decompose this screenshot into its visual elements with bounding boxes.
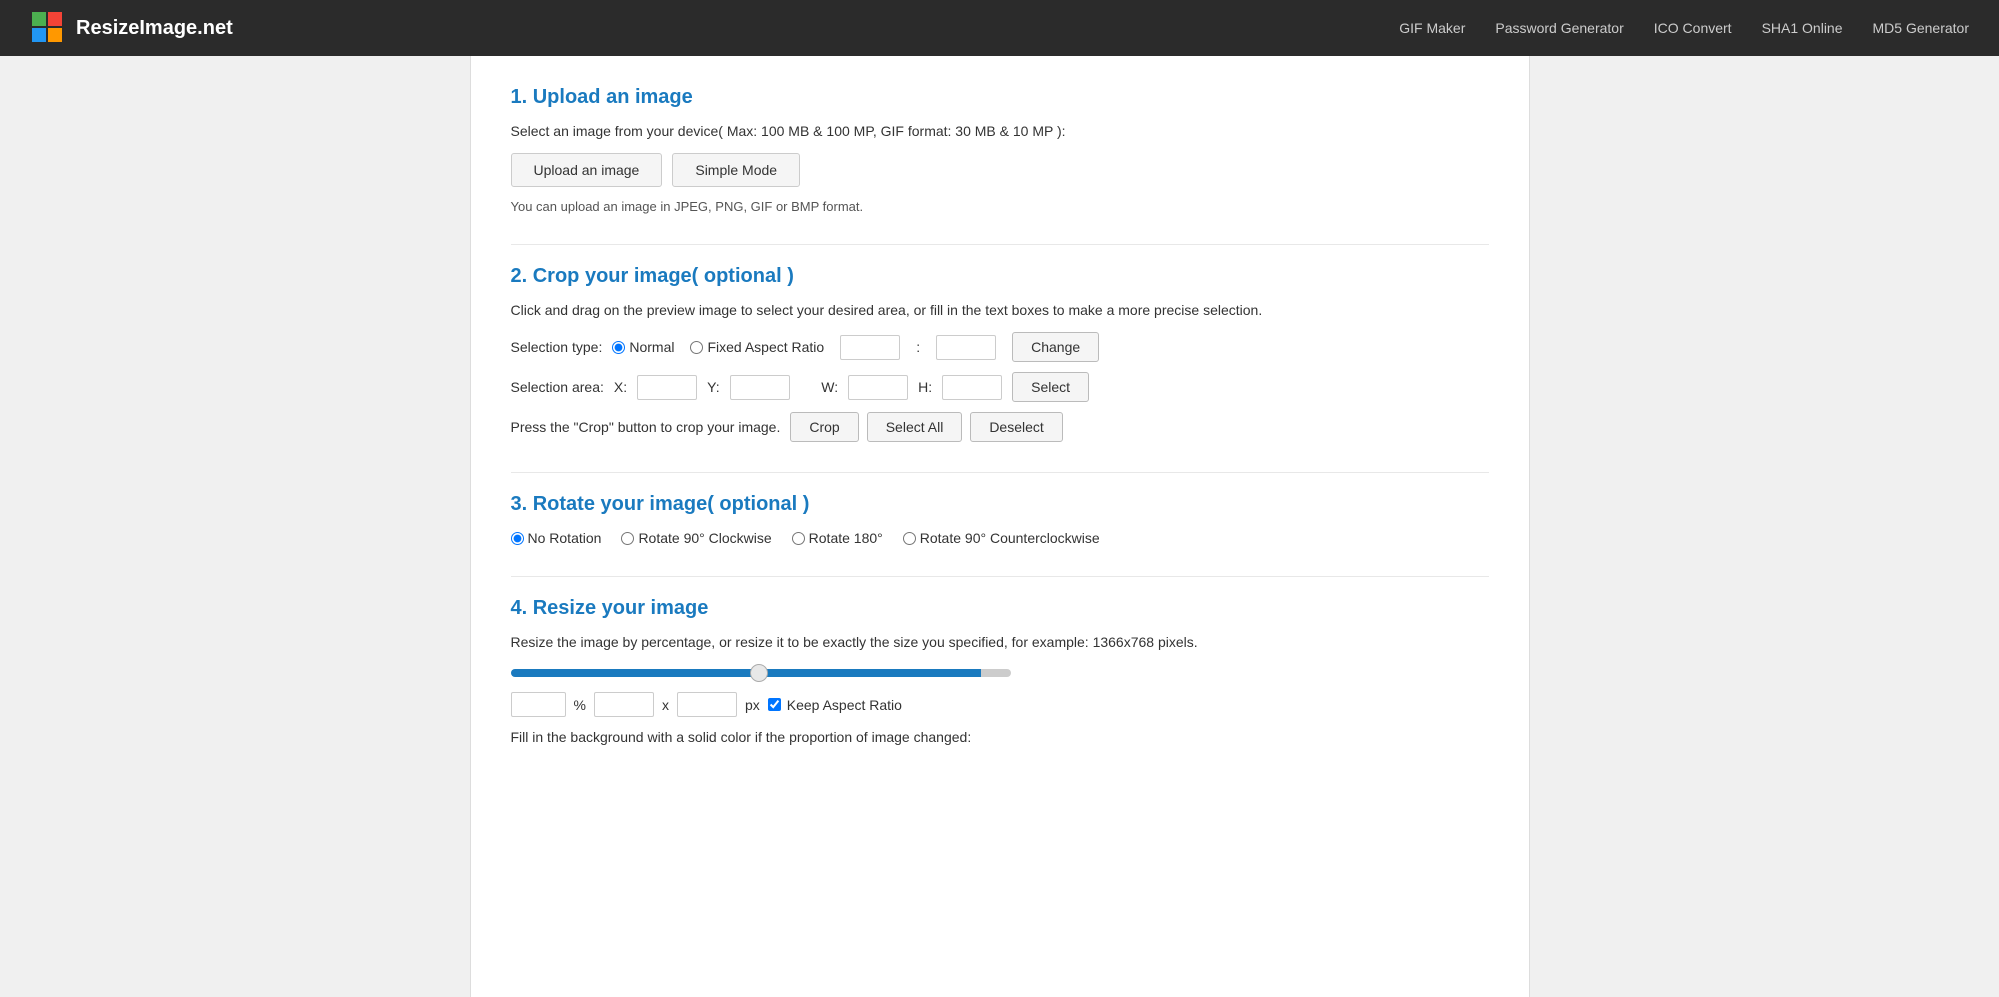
select-button[interactable]: Select — [1012, 372, 1089, 402]
radio-normal-label[interactable]: Normal — [612, 339, 674, 355]
bg-fill-text: Fill in the background with a solid colo… — [511, 729, 1489, 745]
step4-title: 4. Resize your image — [511, 597, 1489, 620]
select-action-btns: Select — [1012, 372, 1089, 402]
step4-description: Resize the image by percentage, or resiz… — [511, 634, 1489, 650]
radio-180[interactable] — [792, 532, 805, 545]
radio-90cw-label[interactable]: Rotate 90° Clockwise — [621, 530, 771, 546]
logo-icon — [30, 10, 66, 46]
resize-slider-container — [511, 664, 1489, 680]
radio-fixed-label[interactable]: Fixed Aspect Ratio — [690, 339, 824, 355]
divider2 — [511, 472, 1489, 473]
height-input[interactable]: 500 — [677, 692, 737, 717]
nav-ico-convert[interactable]: ICO Convert — [1654, 20, 1732, 36]
radio-normal[interactable] — [612, 341, 625, 354]
deselect-button[interactable]: Deselect — [970, 412, 1062, 442]
logo-text: ResizeImage.net — [76, 17, 233, 40]
radio-90ccw[interactable] — [903, 532, 916, 545]
resize-inputs-row: 100 % 500 x 500 px Keep Aspect Ratio — [511, 692, 1489, 717]
radio-fixed[interactable] — [690, 341, 703, 354]
selection-type-row: Selection type: Normal Fixed Aspect Rati… — [511, 332, 1489, 362]
x-input[interactable]: 0 — [637, 375, 697, 400]
logo: ResizeImage.net — [30, 10, 233, 46]
header: ResizeImage.net GIF Maker Password Gener… — [0, 0, 1999, 56]
y-input[interactable]: 0 — [730, 375, 790, 400]
keep-aspect-label[interactable]: Keep Aspect Ratio — [768, 697, 902, 713]
select-all-button[interactable]: Select All — [867, 412, 963, 442]
crop-button[interactable]: Crop — [790, 412, 858, 442]
divider1 — [511, 244, 1489, 245]
y-label: Y: — [707, 379, 719, 395]
step1-description: Select an image from your device( Max: 1… — [511, 123, 1489, 139]
radio-180-label[interactable]: Rotate 180° — [792, 530, 883, 546]
width-input[interactable]: 500 — [594, 692, 654, 717]
radio-no-rotation[interactable] — [511, 532, 524, 545]
step1-title: 1. Upload an image — [511, 86, 1489, 109]
aspect-colon: : — [916, 339, 920, 355]
h-input[interactable]: 0 — [942, 375, 1002, 400]
step2-description: Click and drag on the preview image to s… — [511, 302, 1489, 318]
keep-aspect-text: Keep Aspect Ratio — [787, 697, 902, 713]
step3-title: 3. Rotate your image( optional ) — [511, 493, 1489, 516]
x-label: X: — [614, 379, 627, 395]
selection-type-radios: Normal Fixed Aspect Ratio 1366 : 768 Cha… — [612, 332, 1099, 362]
radio-90ccw-text: Rotate 90° Counterclockwise — [920, 530, 1100, 546]
percent-input[interactable]: 100 — [511, 692, 566, 717]
selection-type-label: Selection type: — [511, 339, 603, 355]
radio-90ccw-label[interactable]: Rotate 90° Counterclockwise — [903, 530, 1100, 546]
resize-slider[interactable] — [511, 669, 1011, 677]
radio-90cw[interactable] — [621, 532, 634, 545]
radio-fixed-text: Fixed Aspect Ratio — [707, 339, 824, 355]
rotate-options: No Rotation Rotate 90° Clockwise Rotate … — [511, 530, 1489, 546]
crop-press-text: Press the "Crop" button to crop your ima… — [511, 419, 781, 435]
keep-aspect-checkbox[interactable] — [768, 698, 781, 711]
aspect-width-input[interactable]: 1366 — [840, 335, 900, 360]
percent-symbol: % — [574, 697, 586, 713]
simple-mode-button[interactable]: Simple Mode — [672, 153, 800, 187]
change-button[interactable]: Change — [1012, 332, 1099, 362]
main-content: 1. Upload an image Select an image from … — [470, 56, 1530, 997]
nav-password-generator[interactable]: Password Generator — [1495, 20, 1623, 36]
x-symbol: x — [662, 697, 669, 713]
radio-90cw-text: Rotate 90° Clockwise — [638, 530, 771, 546]
step1-btn-group: Upload an image Simple Mode — [511, 153, 1489, 187]
radio-no-rotation-label[interactable]: No Rotation — [511, 530, 602, 546]
step2-section: 2. Crop your image( optional ) Click and… — [511, 265, 1489, 442]
main-nav: GIF Maker Password Generator ICO Convert… — [1399, 20, 1969, 36]
nav-md5-generator[interactable]: MD5 Generator — [1873, 20, 1969, 36]
crop-row: Press the "Crop" button to crop your ima… — [511, 412, 1489, 442]
step2-title: 2. Crop your image( optional ) — [511, 265, 1489, 288]
upload-image-button[interactable]: Upload an image — [511, 153, 663, 187]
step4-section: 4. Resize your image Resize the image by… — [511, 597, 1489, 745]
upload-note: You can upload an image in JPEG, PNG, GI… — [511, 199, 1489, 214]
radio-180-text: Rotate 180° — [809, 530, 883, 546]
nav-sha1-online[interactable]: SHA1 Online — [1762, 20, 1843, 36]
nav-gif-maker[interactable]: GIF Maker — [1399, 20, 1465, 36]
w-input[interactable]: 0 — [848, 375, 908, 400]
crop-action-btns: Crop Select All Deselect — [790, 412, 1062, 442]
divider3 — [511, 576, 1489, 577]
step1-section: 1. Upload an image Select an image from … — [511, 86, 1489, 214]
radio-normal-text: Normal — [629, 339, 674, 355]
h-label: H: — [918, 379, 932, 395]
aspect-height-input[interactable]: 768 — [936, 335, 996, 360]
px-label: px — [745, 697, 760, 713]
selection-area-row: Selection area: X: 0 Y: 0 W: 0 H: 0 Sele… — [511, 372, 1489, 402]
step3-section: 3. Rotate your image( optional ) No Rota… — [511, 493, 1489, 546]
selection-area-label: Selection area: — [511, 379, 604, 395]
w-label: W: — [821, 379, 838, 395]
radio-no-rotation-text: No Rotation — [528, 530, 602, 546]
